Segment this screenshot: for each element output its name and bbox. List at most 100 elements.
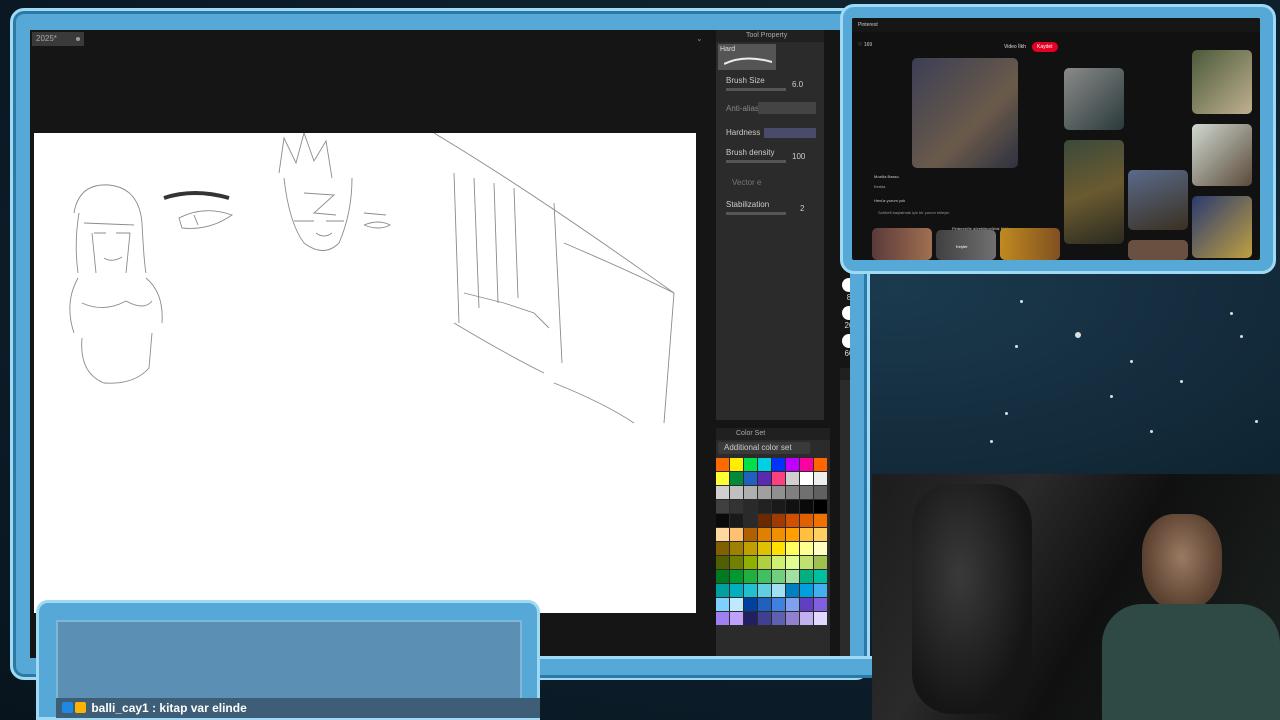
color-swatch[interactable] [772,612,785,625]
color-swatch[interactable] [772,514,785,527]
color-swatch[interactable] [786,500,799,513]
color-swatch[interactable] [716,458,729,471]
chevron-down-icon[interactable]: ⌄ [696,34,703,43]
color-swatch[interactable] [758,528,771,541]
color-swatch[interactable] [716,570,729,583]
color-swatch[interactable] [814,472,827,485]
grid-pin-image[interactable] [1192,196,1252,258]
color-swatch[interactable] [758,570,771,583]
related-pin-image[interactable] [872,228,932,260]
color-swatch[interactable] [772,598,785,611]
color-swatch[interactable] [800,514,813,527]
color-swatch[interactable] [800,528,813,541]
color-swatch[interactable] [800,542,813,555]
pin-user-name[interactable]: Mozilla Basso [874,174,899,179]
hardness-selector[interactable] [764,128,816,138]
color-swatch[interactable] [814,598,827,611]
color-swatch[interactable] [800,598,813,611]
color-swatch[interactable] [800,556,813,569]
color-swatch[interactable] [744,584,757,597]
color-swatch[interactable] [758,458,771,471]
drawing-canvas[interactable] [34,131,696,613]
color-swatch[interactable] [786,528,799,541]
color-swatch[interactable] [716,584,729,597]
color-swatch[interactable] [772,584,785,597]
color-swatch[interactable] [800,612,813,625]
color-swatch[interactable] [730,528,743,541]
color-swatch[interactable] [786,514,799,527]
brush-size-option[interactable]: 60 [838,334,850,358]
follow-button[interactable]: Kerkia [874,184,885,189]
color-swatch[interactable] [786,486,799,499]
color-swatch[interactable] [744,570,757,583]
color-swatch[interactable] [744,472,757,485]
color-swatch[interactable] [744,500,757,513]
color-swatch[interactable] [772,486,785,499]
color-swatch[interactable] [814,556,827,569]
color-swatch[interactable] [772,556,785,569]
color-swatch[interactable] [800,486,813,499]
color-swatch[interactable] [730,514,743,527]
color-swatch[interactable] [786,458,799,471]
color-swatch[interactable] [772,458,785,471]
grid-pin-image[interactable] [1064,68,1124,130]
color-swatch[interactable] [716,528,729,541]
grid-pin-image[interactable] [1064,140,1124,244]
color-swatch[interactable] [800,584,813,597]
color-swatch[interactable] [814,528,827,541]
color-swatch[interactable] [730,556,743,569]
color-swatch[interactable] [772,542,785,555]
layer-row[interactable]: 100 % Normal2026LOGO SEVI [844,464,850,486]
color-swatch[interactable] [786,542,799,555]
color-swatch[interactable] [716,514,729,527]
color-swatch[interactable] [716,472,729,485]
grid-pin-image[interactable] [1128,240,1188,260]
main-pin-image[interactable] [912,58,1018,168]
comment-input[interactable]: Sohbeti başlatmak için bir yorum ekleyin [878,210,949,215]
color-swatch[interactable] [716,598,729,611]
color-swatch[interactable] [786,612,799,625]
related-pin-image[interactable] [1000,228,1060,260]
color-swatch[interactable] [800,458,813,471]
color-swatch[interactable] [814,500,827,513]
color-swatch[interactable] [730,458,743,471]
color-swatch[interactable] [772,500,785,513]
color-swatch[interactable] [786,598,799,611]
color-swatch[interactable] [758,500,771,513]
color-swatch[interactable] [758,514,771,527]
color-swatch[interactable] [730,584,743,597]
color-swatch[interactable] [814,486,827,499]
stabilization-value[interactable]: 2 [800,204,804,213]
color-swatch[interactable] [786,556,799,569]
color-swatch[interactable] [758,612,771,625]
grid-pin-image[interactable] [1192,50,1252,114]
color-swatch[interactable] [786,584,799,597]
color-swatch[interactable] [744,598,757,611]
color-swatch[interactable] [716,556,729,569]
layer-row[interactable]: 100 % Normal30 day [844,488,850,510]
brush-density-slider[interactable] [726,160,786,163]
grid-pin-image[interactable] [1128,170,1188,230]
color-swatch[interactable] [800,500,813,513]
board-selector[interactable]: Video İlkh [1004,44,1026,50]
explore-label[interactable]: Keşfet [956,244,967,249]
color-swatch[interactable] [744,542,757,555]
color-swatch[interactable] [814,584,827,597]
color-swatch[interactable] [758,584,771,597]
grid-pin-image[interactable] [1192,124,1252,186]
color-swatch[interactable] [814,542,827,555]
anti-alias-selector[interactable] [758,102,816,114]
color-swatch[interactable] [730,570,743,583]
color-swatch[interactable] [814,570,827,583]
color-swatch[interactable] [772,570,785,583]
color-swatch[interactable] [744,458,757,471]
color-set-dropdown[interactable]: Additional color set [718,442,810,454]
color-swatch[interactable] [786,570,799,583]
document-tab[interactable]: 2025* [32,32,84,46]
color-swatch[interactable] [758,472,771,485]
color-swatch[interactable] [730,542,743,555]
brush-size-option[interactable]: 8 [838,278,850,302]
save-button[interactable]: Kaydet [1032,42,1058,52]
color-swatch[interactable] [800,570,813,583]
color-swatch[interactable] [730,598,743,611]
